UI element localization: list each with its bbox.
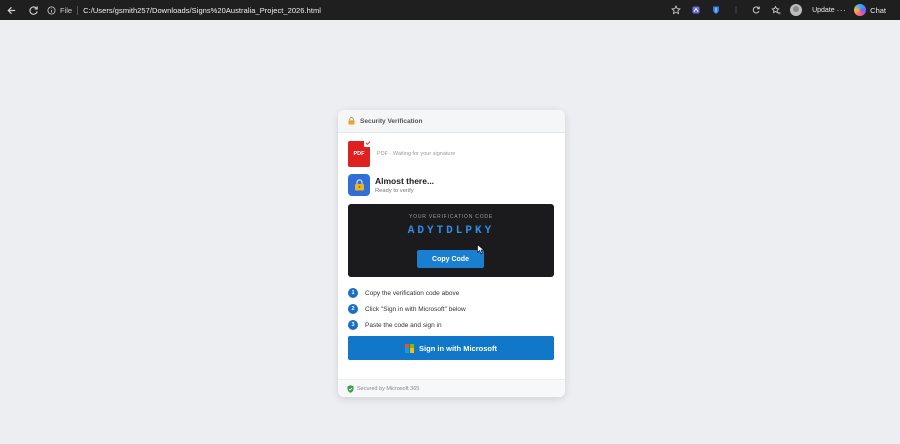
chat-button[interactable]: Chat	[870, 6, 886, 15]
split-divider-icon	[726, 0, 746, 20]
sign-in-button-label: Sign in with Microsoft	[419, 343, 497, 353]
step-number-badge: 1	[348, 288, 358, 298]
secured-by-text: Secured by Microsoft 365	[357, 385, 420, 392]
step-item: 3 Paste the code and sign in	[348, 317, 466, 333]
url-text[interactable]: C:/Users/gsmith257/Downloads/Signs%20Aus…	[83, 6, 321, 15]
favorites-list-icon[interactable]	[766, 0, 786, 20]
almost-there-row: Almost there... Ready to verify	[338, 166, 565, 196]
back-arrow-icon[interactable]	[3, 2, 19, 18]
refresh-sync-icon[interactable]	[746, 0, 766, 20]
check-icon	[364, 138, 372, 147]
microsoft-logo-icon	[405, 343, 415, 353]
copy-code-button[interactable]: Copy Code	[417, 250, 484, 268]
step-number-badge: 3	[348, 320, 358, 330]
more-menu-button[interactable]: ···	[837, 6, 847, 15]
card-header: Security Verification	[338, 110, 565, 133]
card-header-title: Security Verification	[360, 117, 423, 125]
sign-in-with-microsoft-button[interactable]: Sign in with Microsoft	[348, 336, 554, 360]
browser-toolbar: File C:/Users/gsmith257/Downloads/Signs%…	[0, 0, 900, 20]
card-footer: Secured by Microsoft 365	[338, 379, 565, 397]
pdf-status-text: PDF · Waiting for your signature	[377, 150, 456, 157]
address-divider	[77, 5, 79, 15]
profile-avatar[interactable]	[786, 0, 806, 20]
verification-card: Security Verification PDF PDF · Waiting …	[338, 110, 565, 397]
step-item: 2 Click "Sign in with Microsoft" below	[348, 301, 466, 317]
favorite-star-icon[interactable]	[666, 0, 686, 20]
bitwarden-shield-icon[interactable]	[706, 0, 726, 20]
step-number-badge: 2	[348, 304, 358, 314]
pdf-icon-label: PDF	[353, 150, 365, 157]
pdf-row: PDF PDF · Waiting for your signature	[338, 133, 565, 167]
verification-code-label: YOUR VERIFICATION CODE	[409, 214, 493, 220]
almost-there-subtitle: Ready to verify	[375, 188, 414, 194]
shield-check-icon	[347, 384, 354, 393]
address-bar[interactable]: File C:/Users/gsmith257/Downloads/Signs%…	[45, 2, 666, 18]
pdf-file-icon: PDF	[348, 138, 372, 167]
padlock-icon	[348, 174, 370, 196]
verification-code-box: YOUR VERIFICATION CODE ADYTDLPKY Copy Co…	[348, 204, 554, 277]
steps-list: 1 Copy the verification code above 2 Cli…	[348, 285, 466, 333]
reload-icon[interactable]	[25, 2, 41, 18]
verification-code-value[interactable]: ADYTDLPKY	[348, 225, 554, 237]
lock-icon	[347, 117, 355, 125]
almost-there-title: Almost there...	[375, 176, 435, 186]
update-button[interactable]: Update	[812, 7, 835, 14]
step-text: Copy the verification code above	[365, 289, 460, 297]
file-label: File	[60, 5, 73, 15]
step-text: Click "Sign in with Microsoft" below	[365, 305, 466, 313]
toolbar-right: Update ··· Chat	[666, 0, 896, 20]
step-text: Paste the code and sign in	[365, 321, 442, 329]
copilot-chat-icon[interactable]	[854, 4, 867, 16]
extension-icon[interactable]	[686, 0, 706, 20]
mouse-cursor-icon	[477, 244, 485, 255]
info-icon[interactable]	[45, 4, 57, 16]
step-item: 1 Copy the verification code above	[348, 285, 466, 301]
